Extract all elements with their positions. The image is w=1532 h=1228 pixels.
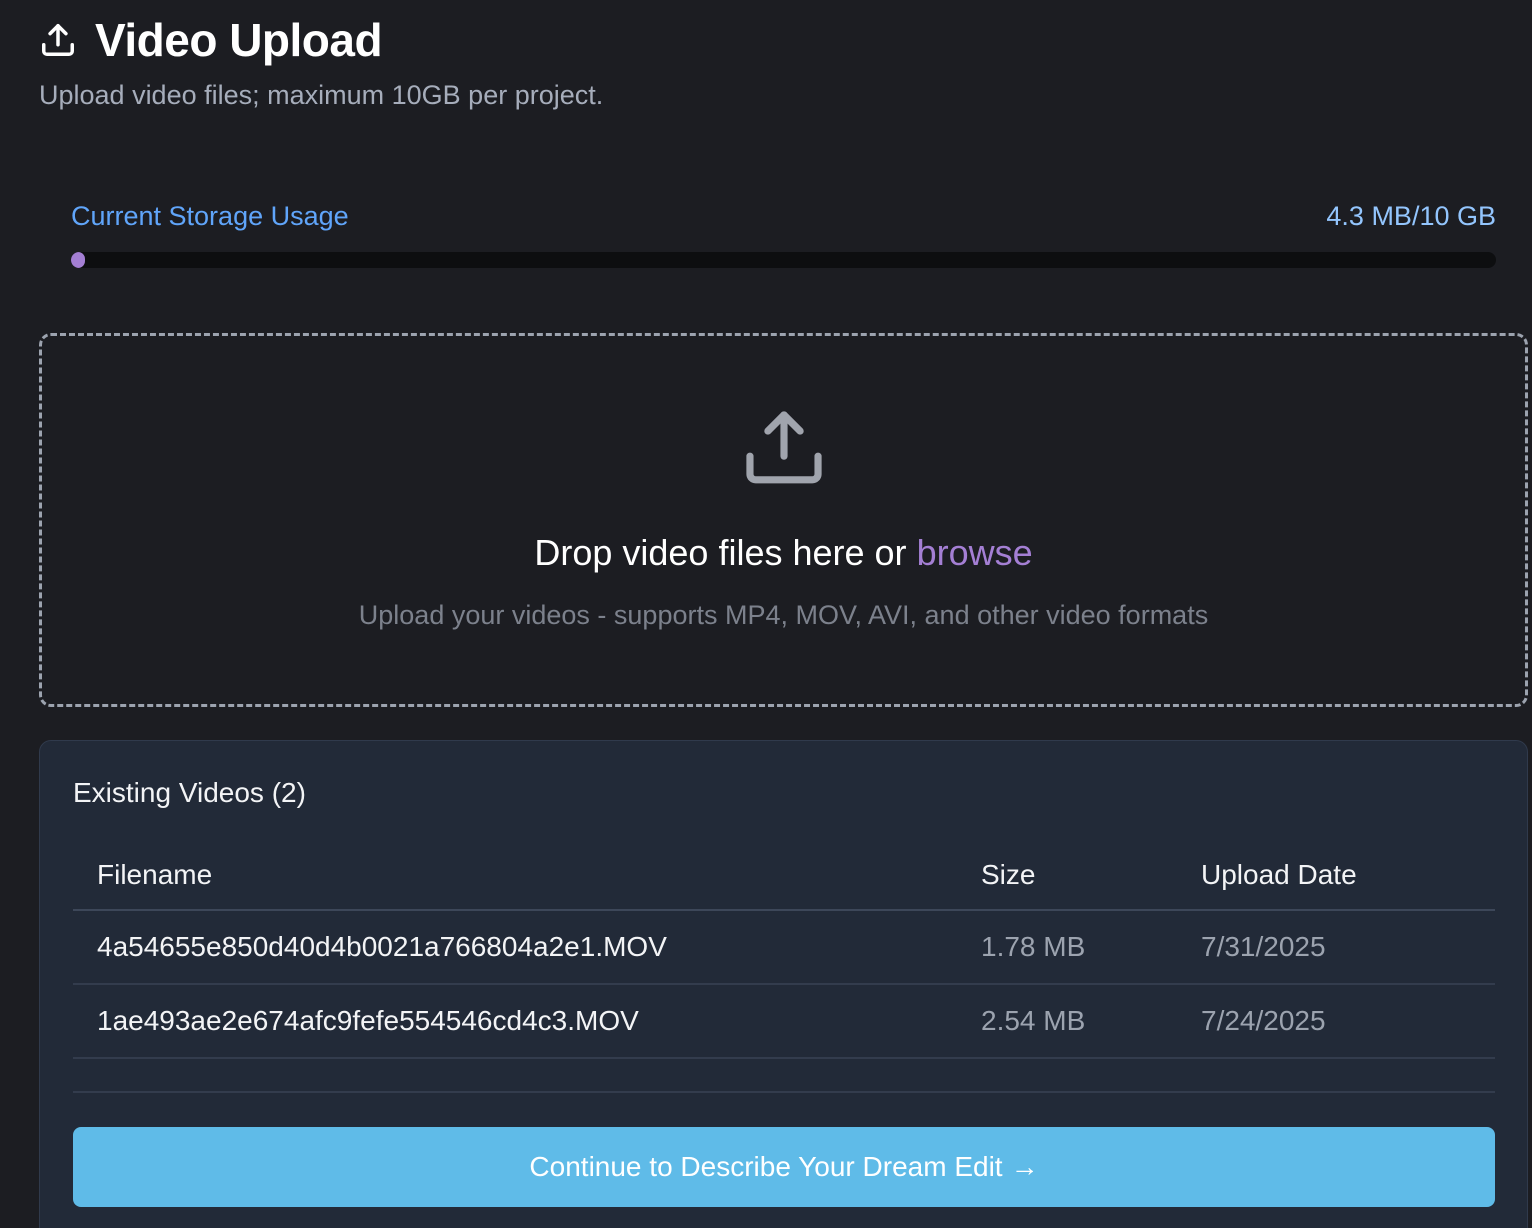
page-subtitle: Upload video files; maximum 10GB per pro… <box>39 80 604 110</box>
video-size: 2.54 MB <box>981 1005 1086 1036</box>
storage-usage-value: 4.3 MB/10 GB <box>1326 200 1496 231</box>
page-title: Video Upload <box>95 14 383 66</box>
table-row: 1ae493ae2e674afc9fefe554546cd4c3.MOV 2.5… <box>73 985 1495 1059</box>
video-upload-page: Video Upload Upload video files; maximum… <box>0 0 1532 1228</box>
video-size: 1.78 MB <box>981 931 1086 962</box>
title-row: Video Upload <box>39 14 603 66</box>
video-filename: 4a54655e850d40d4b0021a766804a2e1.MOV <box>97 931 667 962</box>
browse-link[interactable]: browse <box>917 532 1033 573</box>
continue-button-label: Continue to Describe Your Dream Edit <box>529 1151 1003 1182</box>
upload-icon <box>741 406 827 492</box>
dropzone-title-text: Drop video files here or <box>534 532 907 573</box>
existing-videos-panel: Existing Videos (2) Filename Size Upload… <box>39 740 1528 1228</box>
storage-progress-bar <box>71 252 1496 268</box>
column-header-filename: Filename <box>97 859 213 890</box>
storage-usage-row: Current Storage Usage 4.3 MB/10 GB <box>71 198 1496 234</box>
video-filename: 1ae493ae2e674afc9fefe554546cd4c3.MOV <box>97 1005 639 1036</box>
video-upload-date: 7/24/2025 <box>1201 1005 1326 1036</box>
table-header: Filename Size Upload Date <box>73 841 1495 911</box>
video-upload-date: 7/31/2025 <box>1201 931 1326 962</box>
video-dropzone[interactable]: Drop video files here or browse Upload y… <box>39 333 1528 707</box>
dropzone-title: Drop video files here or browse <box>534 532 1032 574</box>
videos-table: Filename Size Upload Date 4a54655e850d40… <box>73 841 1495 1093</box>
column-header-upload-date: Upload Date <box>1201 859 1357 890</box>
existing-videos-title: Existing Videos (2) <box>73 777 306 808</box>
storage-usage-label: Current Storage Usage <box>71 200 349 231</box>
table-divider <box>73 1059 1495 1093</box>
continue-button[interactable]: Continue to Describe Your Dream Edit → <box>73 1127 1495 1207</box>
table-row: 4a54655e850d40d4b0021a766804a2e1.MOV 1.7… <box>73 911 1495 985</box>
arrow-right-icon: → <box>1010 1151 1039 1182</box>
dropzone-subtitle: Upload your videos - supports MP4, MOV, … <box>358 600 1209 630</box>
page-header: Video Upload Upload video files; maximum… <box>39 14 603 111</box>
upload-icon <box>39 21 77 59</box>
storage-usage: Current Storage Usage 4.3 MB/10 GB <box>71 198 1496 268</box>
column-header-size: Size <box>981 859 1036 890</box>
storage-progress-fill <box>71 252 85 268</box>
